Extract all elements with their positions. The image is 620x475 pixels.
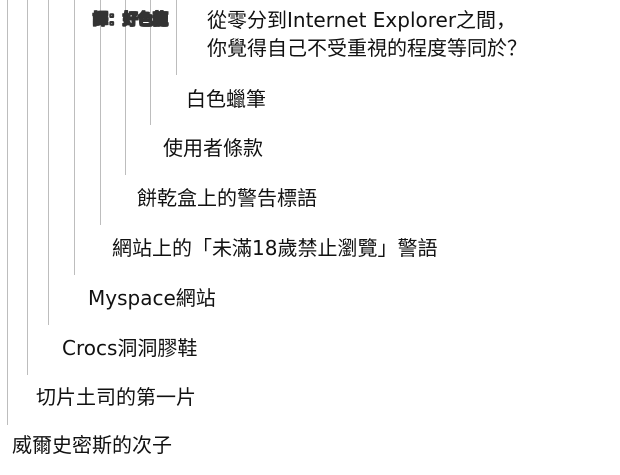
answer-item: 餅乾盒上的警告標語 <box>137 186 317 210</box>
translator-credit: 譯：好色龍 <box>93 10 169 29</box>
guide-line <box>7 0 8 425</box>
answer-item: 使用者條款 <box>163 136 263 160</box>
question-line-1: 從零分到Internet Explorer之間， <box>207 8 517 32</box>
answer-item: Crocs洞洞膠鞋 <box>62 336 198 360</box>
question-text: 從零分到Internet Explorer之間， 你覺得自己不受重視的程度等同於… <box>207 6 527 62</box>
answer-item: Myspace網站 <box>88 286 216 310</box>
comic-panel: 譯：好色龍 從零分到Internet Explorer之間， 你覺得自己不受重視… <box>0 0 620 475</box>
guide-line <box>74 0 75 275</box>
guide-line <box>176 0 177 75</box>
question-line-2: 你覺得自己不受重視的程度等同於？ <box>207 36 527 60</box>
answer-item: 白色蠟筆 <box>186 87 266 111</box>
guide-line <box>27 0 28 375</box>
guide-line <box>100 0 101 225</box>
answer-item: 威爾史密斯的次子 <box>12 433 172 457</box>
answer-item: 切片土司的第一片 <box>36 385 196 409</box>
guide-line <box>48 0 49 325</box>
answer-item: 網站上的「未滿18歲禁止瀏覽」警語 <box>112 236 438 260</box>
